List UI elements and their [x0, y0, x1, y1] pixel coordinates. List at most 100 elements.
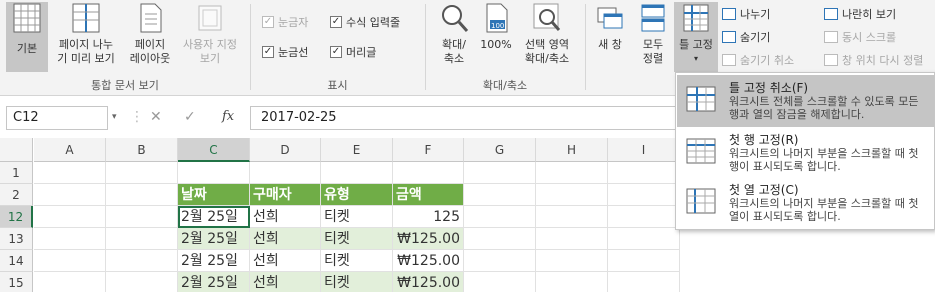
row-header[interactable]: 14	[0, 250, 33, 272]
cell[interactable]: 2월 25일	[178, 206, 250, 228]
cell[interactable]	[464, 206, 536, 228]
name-box[interactable]: C12	[6, 106, 108, 130]
cell[interactable]	[608, 272, 680, 292]
gridlines-checkbox[interactable]: ✓ 눈금선	[262, 44, 308, 60]
cell[interactable]	[608, 184, 680, 206]
cell[interactable]	[106, 272, 178, 292]
cell[interactable]	[608, 228, 680, 250]
cell[interactable]	[536, 206, 608, 228]
options-dots-icon: ⋮	[130, 109, 144, 125]
cell[interactable]: 2월 25일	[178, 272, 250, 292]
cell[interactable]	[106, 228, 178, 250]
row-header[interactable]: 13	[0, 228, 33, 250]
cell[interactable]	[464, 162, 536, 184]
column-header-h[interactable]: H	[536, 138, 608, 162]
cell[interactable]: 선희	[250, 250, 321, 272]
side-by-side-button[interactable]: 나란히 보기	[824, 6, 896, 22]
row-header[interactable]: 12	[0, 206, 33, 228]
cell[interactable]: 티켓	[321, 206, 393, 228]
cell[interactable]: ₩125.00	[393, 228, 464, 250]
row-header[interactable]: 15	[0, 272, 33, 292]
hide-button[interactable]: 숨기기	[722, 29, 770, 45]
row-header[interactable]: 1	[0, 162, 33, 184]
arrange-all-button[interactable]: 모두 정렬	[634, 2, 672, 72]
cell[interactable]	[464, 272, 536, 292]
cell[interactable]: 선희	[250, 272, 321, 292]
cell[interactable]	[106, 162, 178, 184]
column-header-c[interactable]: C	[178, 138, 250, 162]
column-header-e[interactable]: E	[321, 138, 393, 162]
cell[interactable]: ₩125.00	[393, 250, 464, 272]
cell[interactable]	[536, 228, 608, 250]
freeze-first-column-item[interactable]: 첫 열 고정(C) 워크시트의 나머지 부분을 스크롤할 때 첫 열이 표시되도…	[677, 177, 934, 229]
column-header-g[interactable]: G	[464, 138, 536, 162]
insert-function-icon[interactable]: fx	[222, 109, 234, 124]
cell[interactable]	[106, 206, 178, 228]
cell[interactable]	[321, 162, 393, 184]
page-layout-button[interactable]: 페이지 레이아웃	[124, 2, 176, 72]
cell[interactable]	[464, 228, 536, 250]
column-header-d[interactable]: D	[250, 138, 321, 162]
name-box-dropdown-icon[interactable]: ▾	[112, 112, 117, 122]
reset-window-position-button[interactable]: 창 위치 다시 정렬	[824, 52, 923, 68]
cell[interactable]	[608, 250, 680, 272]
freeze-panes-button[interactable]: 틀 고정 ▾	[674, 2, 718, 72]
split-button[interactable]: 나누기	[722, 6, 770, 22]
cell[interactable]	[34, 228, 106, 250]
cell[interactable]: 티켓	[321, 228, 393, 250]
select-all-corner[interactable]	[0, 138, 33, 162]
cell[interactable]	[178, 162, 250, 184]
cell[interactable]: 2월 25일	[178, 228, 250, 250]
cell[interactable]	[393, 162, 464, 184]
cell[interactable]	[536, 250, 608, 272]
cell[interactable]	[250, 162, 321, 184]
cell[interactable]	[34, 162, 106, 184]
cell[interactable]: ₩125.00	[393, 272, 464, 292]
unfreeze-panes-item[interactable]: 틀 고정 취소(F) 워크시트 전체를 스크롤할 수 있도록 모든 행과 열의 …	[677, 75, 934, 127]
cell[interactable]: 티켓	[321, 272, 393, 292]
enter-check-icon[interactable]: ✓	[184, 109, 196, 125]
cell[interactable]	[106, 250, 178, 272]
cell[interactable]	[464, 250, 536, 272]
formula-input[interactable]: 2017-02-25	[250, 106, 680, 130]
ruler-checkbox[interactable]: ✓ 눈금자	[262, 14, 308, 30]
cell[interactable]: 125	[393, 206, 464, 228]
cell[interactable]: 2월 25일	[178, 250, 250, 272]
cell[interactable]	[608, 162, 680, 184]
cell[interactable]	[608, 206, 680, 228]
freeze-top-row-item[interactable]: 첫 행 고정(R) 워크시트의 나머지 부분을 스크롤할 때 첫 행이 표시되도…	[677, 127, 934, 179]
cell[interactable]: 선희	[250, 228, 321, 250]
cell[interactable]: 구매자	[250, 184, 321, 206]
zoom-100-button[interactable]: 100 100%	[478, 2, 514, 72]
column-header-i[interactable]: I	[608, 138, 680, 162]
column-header-f[interactable]: F	[393, 138, 464, 162]
cell[interactable]: 금액	[393, 184, 464, 206]
cell[interactable]: 티켓	[321, 250, 393, 272]
formula-bar-checkbox[interactable]: ✓ 수식 입력줄	[330, 14, 400, 30]
new-window-button[interactable]: 새 창	[592, 2, 628, 72]
page-break-preview-button[interactable]: 페이지 나누 기 미리 보기	[52, 2, 120, 72]
cell[interactable]	[536, 184, 608, 206]
cell[interactable]: 날짜	[178, 184, 250, 206]
unhide-button[interactable]: 숨기기 취소	[722, 52, 794, 68]
cell[interactable]	[34, 206, 106, 228]
cell[interactable]	[34, 250, 106, 272]
zoom-button[interactable]: 확대/ 축소	[432, 2, 476, 72]
custom-views-button[interactable]: 사용자 지정 보기	[176, 2, 244, 72]
cell[interactable]	[34, 184, 106, 206]
normal-view-button[interactable]: 기본	[6, 2, 48, 72]
cell[interactable]: 선희	[250, 206, 321, 228]
column-header-a[interactable]: A	[34, 138, 106, 162]
cancel-icon[interactable]: ✕	[150, 109, 162, 125]
cell[interactable]	[464, 184, 536, 206]
row-header[interactable]: 2	[0, 184, 33, 206]
cell[interactable]	[536, 162, 608, 184]
synchronous-scroll-button[interactable]: 동시 스크롤	[824, 29, 896, 45]
cell[interactable]	[106, 184, 178, 206]
cell[interactable]	[34, 272, 106, 292]
cell[interactable]	[536, 272, 608, 292]
cell[interactable]: 유형	[321, 184, 393, 206]
zoom-to-selection-button[interactable]: 선택 영역 확대/축소	[518, 2, 576, 72]
column-header-b[interactable]: B	[106, 138, 178, 162]
headings-checkbox[interactable]: ✓ 머리글	[330, 44, 376, 60]
